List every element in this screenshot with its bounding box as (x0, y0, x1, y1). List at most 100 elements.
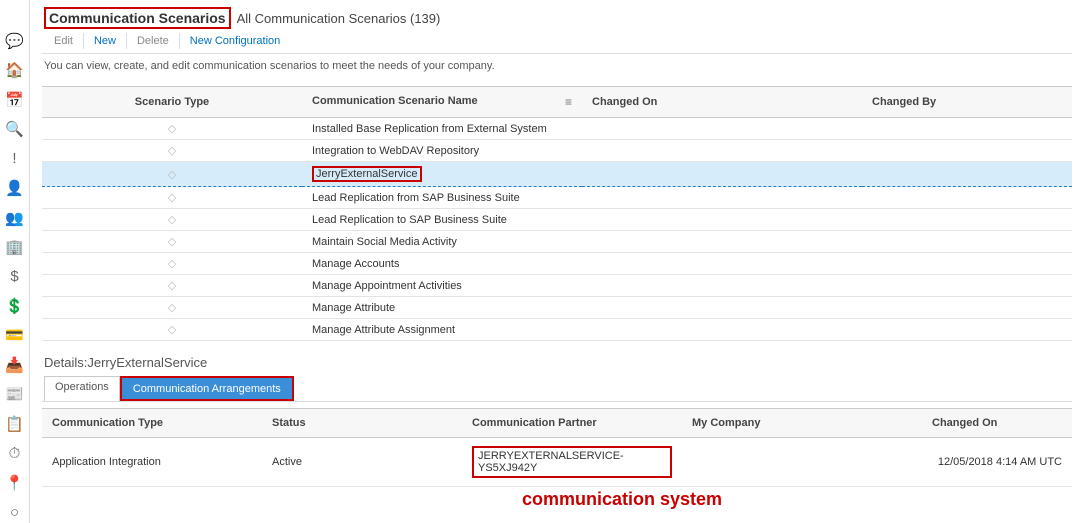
scenario-type-cell: ◇ (42, 140, 302, 162)
scenario-name-highlight: JerryExternalService (312, 166, 422, 182)
calendar-icon[interactable]: 📅 (4, 89, 26, 110)
team-icon[interactable]: 👥 (4, 207, 26, 228)
col-header-changed-by[interactable]: Changed By (862, 87, 1072, 118)
user-icon[interactable]: 👤 (4, 177, 26, 198)
title-bar: Communication Scenarios All Communicatio… (42, 0, 1072, 31)
delete-button[interactable]: Delete (127, 33, 180, 49)
sort-icon[interactable]: ≡ (565, 95, 572, 109)
details-title: Details:JerryExternalService (42, 341, 1072, 376)
changed-on-cell (582, 162, 862, 187)
new-button[interactable]: New (84, 33, 127, 49)
scenario-type-cell: ◇ (42, 253, 302, 275)
edit-button[interactable]: Edit (44, 33, 84, 49)
changed-by-cell (862, 253, 1072, 275)
table-row[interactable]: ◇ Integration to WebDAV Repository (42, 140, 1072, 162)
table-row[interactable]: ◇ Lead Replication from SAP Business Sui… (42, 187, 1072, 209)
col-header-status[interactable]: Status (262, 409, 462, 438)
arrangements-table: Communication Type Status Communication … (42, 408, 1072, 487)
changed-by-cell (862, 162, 1072, 187)
col-header-partner[interactable]: Communication Partner (462, 409, 682, 438)
table-row[interactable]: ◇ Manage Attribute (42, 297, 1072, 319)
new-config-button[interactable]: New Configuration (180, 33, 291, 49)
changed-by-cell (862, 118, 1072, 140)
clipboard-icon[interactable]: 📋 (4, 413, 26, 434)
col-header-changed-on[interactable]: Changed On (582, 87, 862, 118)
col-header-scenario-name[interactable]: Communication Scenario Name ≡ (302, 87, 582, 118)
card-icon[interactable]: 💳 (4, 325, 26, 346)
scenario-type-cell: ◇ (42, 231, 302, 253)
changed-by-cell (862, 140, 1072, 162)
changed-on-cell (582, 140, 862, 162)
col-header-scenario-type[interactable]: Scenario Type (42, 87, 302, 118)
main-content: Communication Scenarios All Communicatio… (30, 0, 1080, 523)
inbox-icon[interactable]: 📥 (4, 354, 26, 375)
changed-on-cell (582, 275, 862, 297)
scenario-name-cell: Lead Replication to SAP Business Suite (302, 209, 582, 231)
scenario-name-cell: Manage Accounts (302, 253, 582, 275)
help-text: You can view, create, and edit communica… (42, 54, 1072, 86)
changed-on-cell (582, 253, 862, 275)
page-subtitle: All Communication Scenarios (139) (237, 11, 441, 26)
search-icon[interactable]: 🔍 (4, 118, 26, 139)
partner-cell: JERRYEXTERNALSERVICE-YS5XJ942Y (462, 438, 682, 487)
org-icon[interactable]: 🏢 (4, 236, 26, 257)
annotation-text: communication system (42, 489, 1072, 510)
col-header-scenario-name-label: Communication Scenario Name (312, 95, 478, 107)
scenario-type-cell: ◇ (42, 162, 302, 187)
col-header-arr-changed-on[interactable]: Changed On (922, 409, 1072, 438)
scenario-name-cell: Manage Appointment Activities (302, 275, 582, 297)
scenario-type-cell: ◇ (42, 319, 302, 341)
table-row[interactable]: ◇ Manage Attribute Assignment (42, 319, 1072, 341)
arr-changed-on-cell: 12/05/2018 4:14 AM UTC (922, 438, 1072, 487)
news-icon[interactable]: 📰 (4, 384, 26, 405)
table-row-selected[interactable]: ◇ JerryExternalService (42, 162, 1072, 187)
scenario-name-cell: Manage Attribute Assignment (302, 319, 582, 341)
scenario-name-cell: Manage Attribute (302, 297, 582, 319)
changed-by-cell (862, 297, 1072, 319)
home-icon[interactable]: 🏠 (4, 59, 26, 80)
changed-on-cell (582, 118, 862, 140)
changed-on-cell (582, 209, 862, 231)
changed-by-cell (862, 319, 1072, 341)
changed-by-cell (862, 231, 1072, 253)
table-row[interactable]: ◇ Lead Replication to SAP Business Suite (42, 209, 1072, 231)
partner-highlight: JERRYEXTERNALSERVICE-YS5XJ942Y (472, 446, 672, 478)
changed-by-cell (862, 275, 1072, 297)
scenario-name-cell: Lead Replication from SAP Business Suite (302, 187, 582, 209)
scenario-name-cell: Integration to WebDAV Repository (302, 140, 582, 162)
gauge-icon[interactable]: ⏱ (4, 443, 26, 464)
circle-icon[interactable]: ○ (4, 502, 26, 523)
tab-operations[interactable]: Operations (44, 376, 120, 401)
toolbar: Edit New Delete New Configuration (42, 31, 1072, 54)
chat-icon[interactable]: 💬 (4, 30, 26, 51)
pin-icon[interactable]: 📍 (4, 472, 26, 493)
tab-arrangements-highlight: Communication Arrangements (120, 376, 294, 401)
company-cell (682, 438, 922, 487)
table-row[interactable]: ◇ Manage Appointment Activities (42, 275, 1072, 297)
scenario-type-cell: ◇ (42, 297, 302, 319)
money-icon[interactable]: $ (4, 266, 26, 287)
scenario-name-cell: Installed Base Replication from External… (302, 118, 582, 140)
table-row[interactable]: ◇ Manage Accounts (42, 253, 1072, 275)
nav-sidebar: 💬 🏠 📅 🔍 ! 👤 👥 🏢 $ 💲 💳 📥 📰 📋 ⏱ 📍 ○ (0, 0, 30, 523)
scenario-type-cell: ◇ (42, 187, 302, 209)
status-cell: Active (262, 438, 462, 487)
col-header-company[interactable]: My Company (682, 409, 922, 438)
scenario-type-cell: ◇ (42, 275, 302, 297)
changed-on-cell (582, 297, 862, 319)
changed-on-cell (582, 187, 862, 209)
details-tabs: Operations Communication Arrangements (42, 376, 1072, 402)
col-header-comm-type[interactable]: Communication Type (42, 409, 262, 438)
scenario-type-cell: ◇ (42, 209, 302, 231)
alert-icon[interactable]: ! (4, 148, 26, 169)
changed-on-cell (582, 319, 862, 341)
table-row[interactable]: ◇ Installed Base Replication from Extern… (42, 118, 1072, 140)
tab-communication-arrangements[interactable]: Communication Arrangements (122, 378, 292, 399)
scenario-name-cell: JerryExternalService (302, 162, 582, 187)
arrangement-row[interactable]: Application Integration Active JERRYEXTE… (42, 438, 1072, 487)
scenario-type-cell: ◇ (42, 118, 302, 140)
page-title: Communication Scenarios (44, 7, 231, 29)
table-row[interactable]: ◇ Maintain Social Media Activity (42, 231, 1072, 253)
scenarios-table: Scenario Type Communication Scenario Nam… (42, 86, 1072, 341)
revenue-icon[interactable]: 💲 (4, 295, 26, 316)
